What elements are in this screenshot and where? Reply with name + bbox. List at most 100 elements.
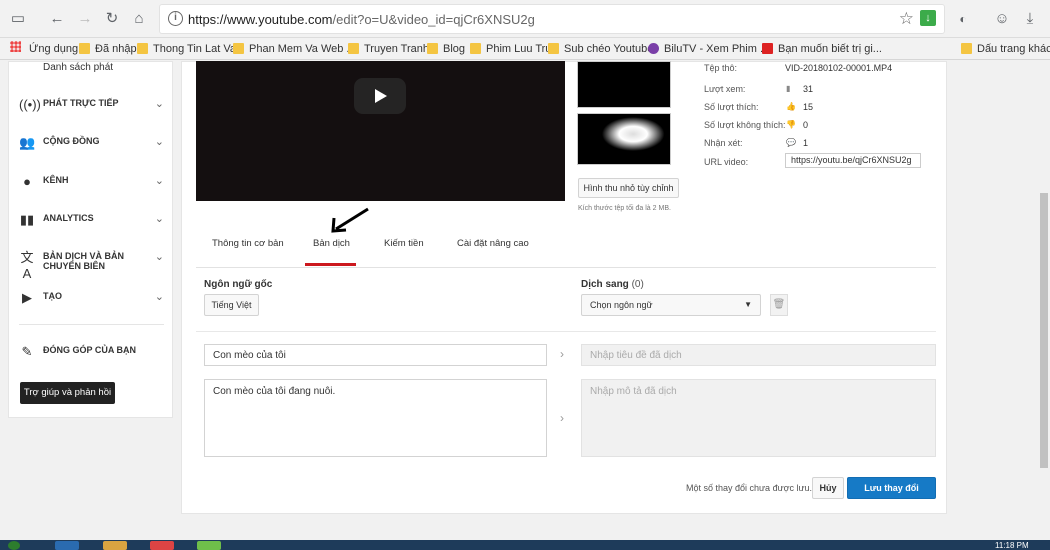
chevron-down-icon: ⌄ [154, 291, 164, 303]
bookmark-bilutv[interactable]: BiluTV - Xem Phim ... [648, 42, 769, 56]
folder-icon [961, 43, 972, 54]
info-icon[interactable]: i [168, 11, 183, 26]
sidebar-item-playlists[interactable]: Danh sách phát [43, 62, 113, 73]
views-icon: ▮ [786, 84, 791, 93]
profile-avatar-icon[interactable]: ☺ [992, 9, 1012, 29]
chevron-down-icon: ⌄ [154, 98, 164, 110]
download-icon[interactable]: ⤓ [1020, 9, 1040, 29]
home-icon[interactable]: ⌂ [129, 9, 149, 29]
bookmarks-bar: Ứng dụng Đã nhập Thong Tin Lat Vat Phan … [0, 38, 1050, 60]
browser-toolbar: ▭ ← → ↻ ⌂ i https://www.youtube.com/edit… [0, 0, 1050, 38]
bookmark-apps[interactable]: Ứng dụng [13, 42, 78, 56]
chevron-down-icon: ⌄ [154, 251, 164, 263]
translate-icon: 文A [20, 250, 34, 281]
sidebar-item-channel[interactable]: ● KÊNH ⌄ [19, 172, 164, 192]
meta-value: VID-20180102-00001.MP4 [785, 63, 893, 73]
meta-label: Số lượt thích: [704, 102, 759, 112]
comment-icon: 💬 [786, 138, 796, 147]
forward-icon[interactable]: → [75, 9, 95, 29]
media-icon[interactable] [150, 541, 174, 550]
original-language-button[interactable]: Tiếng Việt [204, 294, 259, 316]
sidebar-item-label: ANALYTICS [43, 213, 94, 223]
bookmark-phim-luu-tru[interactable]: Phim Luu Tru [470, 42, 551, 56]
trash-icon[interactable]: 🗑 [770, 294, 788, 316]
original-description-field[interactable]: Con mèo của tôi đang nuôi. [204, 379, 547, 457]
download-extension-icon[interactable]: ↓ [920, 10, 936, 26]
sidebar-item-contributions[interactable]: ✎ ĐÓNG GÓP CỦA BẠN [19, 342, 164, 362]
bookmark-thong-tin[interactable]: Thong Tin Lat Vat [137, 42, 239, 56]
play-icon[interactable] [354, 78, 406, 114]
reload-icon[interactable]: ↻ [102, 9, 122, 29]
sidebar-item-live[interactable]: ((•)) PHÁT TRỰC TIẾP ⌄ [19, 95, 164, 115]
page-scrollbar[interactable] [1038, 61, 1050, 541]
bookmark-imported[interactable]: Đã nhập [79, 42, 137, 56]
active-tab-indicator [305, 263, 356, 266]
bookmark-blog[interactable]: Blog [427, 42, 465, 56]
address-bar-url: https://www.youtube.com/edit?o=U&video_i… [188, 12, 535, 27]
sidebar-item-label: BẢN DỊCH VÀ BẢN CHUYỂN BIÊN [43, 251, 124, 271]
help-feedback-button[interactable]: Trợ giúp và phản hồi [20, 382, 115, 404]
thumbnail-option[interactable] [577, 113, 671, 165]
sidebar: Danh sách phát ((•)) PHÁT TRỰC TIẾP ⌄ 👥 … [8, 61, 173, 418]
bookmark-truyen-tranh[interactable]: Truyen Tranh [348, 42, 429, 56]
video-url-field[interactable]: https://youtu.be/qjCr6XNSU2g [785, 153, 921, 168]
cancel-button[interactable]: Hủy [812, 477, 844, 499]
folder-icon [79, 43, 90, 54]
meta-value: 31 [803, 84, 814, 94]
ie-icon[interactable] [55, 541, 79, 550]
extension-icon[interactable]: ◐ [953, 9, 973, 29]
bookmark-ban-muon[interactable]: Bạn muốn biết trị gi... [762, 42, 882, 56]
sidebar-divider [19, 324, 164, 325]
sidebar-item-translations[interactable]: 文A BẢN DỊCH VÀ BẢN CHUYỂN BIÊN ⌄ [19, 248, 164, 281]
folder-icon [348, 43, 359, 54]
save-changes-button[interactable]: Lưu thay đổi [847, 477, 936, 499]
target-language-select[interactable]: Chọn ngôn ngữ ▼ [581, 294, 761, 316]
bookmark-sub-cheo[interactable]: Sub chéo Youtube [548, 42, 653, 56]
folder-icon [427, 43, 438, 54]
sidebar-item-label: TẠO [43, 291, 62, 301]
like-icon: 👍 [786, 102, 796, 111]
folder-icon [233, 43, 244, 54]
app-icon[interactable] [197, 541, 221, 550]
unsaved-changes-text: Một số thay đổi chưa được lưu. [686, 483, 813, 493]
caret-down-icon: ▼ [744, 300, 752, 309]
scrollbar-thumb[interactable] [1040, 193, 1048, 468]
tab-advanced-settings[interactable]: Cài đặt nâng cao [457, 238, 529, 249]
site-icon [762, 43, 773, 54]
sidebar-item-analytics[interactable]: ▮▮ ANALYTICS ⌄ [19, 210, 164, 230]
sidebar-item-community[interactable]: 👥 CỘNG ĐỒNG ⌄ [19, 133, 164, 153]
back-icon[interactable]: ← [47, 9, 67, 29]
meta-label: URL video: [704, 157, 749, 167]
tab-icon[interactable]: ▭ [8, 9, 28, 29]
sidebar-item-label: PHÁT TRỰC TIẾP [43, 98, 119, 108]
live-icon: ((•)) [19, 97, 41, 112]
bookmark-phan-mem[interactable]: Phan Mem Va Web ... [233, 42, 356, 56]
custom-thumbnail-button[interactable]: Hình thu nhỏ tùy chỉnh [578, 178, 679, 198]
explorer-icon[interactable] [103, 541, 127, 550]
original-language-heading: Ngôn ngữ gốc [204, 279, 273, 290]
sidebar-item-create[interactable]: ▶ TẠO ⌄ [19, 288, 164, 308]
thumbnail-option[interactable] [577, 61, 671, 108]
folder-icon [137, 43, 148, 54]
meta-label: Lượt xem: [704, 84, 746, 94]
bookmark-star-icon[interactable]: ☆ [899, 9, 914, 29]
original-title-field[interactable]: Con mèo của tôi [204, 344, 547, 366]
tabs-divider [196, 267, 936, 268]
sidebar-item-label: KÊNH [43, 175, 69, 185]
chevron-right-icon: › [560, 411, 564, 425]
tab-monetization[interactable]: Kiếm tiền [384, 238, 424, 249]
address-bar[interactable]: i https://www.youtube.com/edit?o=U&video… [160, 5, 944, 33]
sidebar-item-label: ĐÓNG GÓP CỦA BẠN [43, 345, 137, 355]
meta-value: 1 [803, 138, 809, 148]
tab-translations[interactable]: Bản dịch [313, 238, 350, 249]
translated-title-field[interactable]: Nhập tiêu đề đã dịch [581, 344, 936, 366]
bookmark-other[interactable]: Dấu trang khác [961, 42, 1050, 56]
translation-count: (0) [631, 279, 644, 290]
analytics-icon: ▮▮ [19, 212, 35, 227]
dislike-icon: 👎 [786, 120, 796, 129]
tab-basic-info[interactable]: Thông tin cơ bản [212, 238, 284, 249]
translated-description-field[interactable]: Nhập mô tả đã dịch [581, 379, 936, 457]
chevron-right-icon: › [560, 347, 564, 361]
create-icon: ▶ [22, 290, 32, 305]
start-icon[interactable] [8, 541, 20, 550]
